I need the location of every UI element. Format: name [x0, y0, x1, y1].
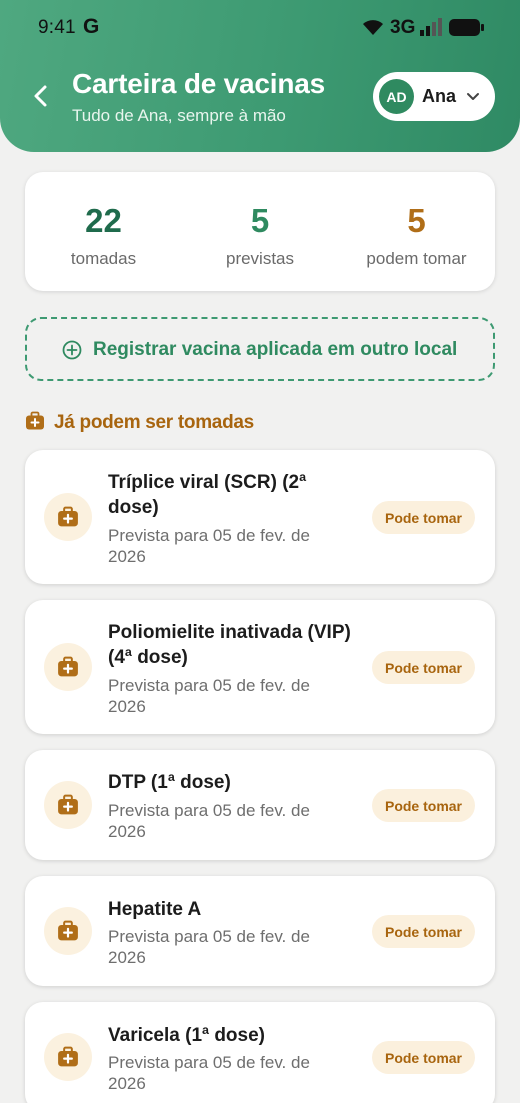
avatar: AD [379, 79, 414, 114]
vaccine-date-line2: 2026 [108, 1074, 146, 1093]
stat-label: previstas [225, 249, 295, 268]
vaccine-date-line1: Prevista para 05 de fev. de [108, 526, 310, 545]
stat-tomadas: 22 tomadas [25, 172, 182, 291]
stats-summary-card: 22 tomadas 5 previstas 5 podem tomar [25, 172, 495, 291]
stat-value: 5 [250, 202, 270, 239]
status-badge: Pode tomar [372, 501, 475, 534]
status-badge: Pode tomar [372, 789, 475, 822]
vaccine-card[interactable]: DTP (1ª dose) Prevista para 05 de fev. d… [25, 750, 495, 860]
status-badge: Pode tomar [372, 1041, 475, 1074]
vaccine-date-line2: 2026 [108, 547, 146, 566]
vaccine-date-line1: Prevista para 05 de fev. de [108, 801, 310, 820]
page-subtitle: Tudo de Ana, sempre à mão [72, 106, 286, 125]
status-badge: Pode tomar [372, 915, 475, 948]
status-time: 9:41 [38, 17, 76, 38]
page-title: Carteira de vacinas [72, 68, 326, 99]
medical-kit-icon [26, 411, 44, 430]
vaccine-card[interactable]: Tríplice viral (SCR) (2ª dose) Prevista … [25, 450, 495, 584]
register-button-label: Registrar vacina aplicada em outro local [93, 339, 458, 360]
vaccine-card[interactable]: Varicela (1ª dose) Prevista para 05 de f… [25, 1002, 495, 1103]
vaccine-name-line1: Poliomielite inativada (VIP) [108, 622, 351, 643]
app-header: 9:41 G 3G Carteira de vacinas Tudo de An… [0, 0, 520, 152]
vaccine-name-line1: Tríplice viral (SCR) (2ª [108, 472, 307, 493]
vaccine-icon-wrap [44, 907, 92, 955]
stat-podem-tomar: 5 podem tomar [338, 172, 495, 291]
medical-kit-icon [58, 656, 78, 677]
vaccine-date-line1: Prevista para 05 de fev. de [108, 1053, 310, 1072]
status-bar: 9:41 G 3G [0, 0, 520, 56]
vaccine-name: DTP (1ª dose) [108, 772, 231, 793]
google-app-icon: G [83, 15, 100, 38]
vaccine-name: Hepatite A [108, 899, 202, 920]
medical-kit-icon [58, 1046, 78, 1067]
vaccine-icon-wrap [44, 493, 92, 541]
status-badge: Pode tomar [372, 651, 475, 684]
vaccine-date-line2: 2026 [108, 822, 146, 841]
profile-name: Ana [422, 86, 457, 106]
vaccine-name-line2: (4ª dose) [108, 647, 188, 668]
vaccine-icon-wrap [44, 643, 92, 691]
medical-kit-icon [58, 506, 78, 527]
plus-circle-icon [62, 340, 82, 360]
signal-icon [420, 18, 442, 36]
register-external-vaccine-button[interactable]: Registrar vacina aplicada em outro local [25, 317, 495, 381]
stat-label: tomadas [70, 249, 137, 268]
vaccine-date-line2: 2026 [108, 948, 146, 967]
stat-previstas: 5 previstas [182, 172, 338, 291]
stat-value: 5 [407, 202, 426, 239]
vaccine-date-line1: Prevista para 05 de fev. de [108, 927, 310, 946]
chevron-left-icon[interactable] [28, 82, 56, 110]
section-title: Já podem ser tomadas [54, 412, 254, 433]
medical-kit-icon [58, 794, 78, 815]
vaccine-icon-wrap [44, 1033, 92, 1081]
vaccine-card[interactable]: Poliomielite inativada (VIP) (4ª dose) P… [25, 600, 495, 734]
vaccine-date-line1: Prevista para 05 de fev. de [108, 676, 310, 695]
vaccine-date-line2: 2026 [108, 697, 146, 716]
stat-label: podem tomar [366, 249, 467, 268]
network-type: 3G [390, 17, 416, 38]
vaccine-name-line2: dose) [108, 497, 159, 518]
stat-value: 22 [85, 202, 122, 239]
medical-kit-icon [58, 920, 78, 941]
vaccine-icon-wrap [44, 781, 92, 829]
profile-selector[interactable]: AD Ana [373, 72, 495, 121]
vaccine-card[interactable]: Hepatite A Prevista para 05 de fev. de 2… [25, 876, 495, 986]
vaccine-name: Varicela (1ª dose) [108, 1025, 266, 1046]
wifi-icon [363, 20, 383, 35]
chevron-down-icon [467, 93, 479, 100]
battery-icon [449, 19, 484, 36]
